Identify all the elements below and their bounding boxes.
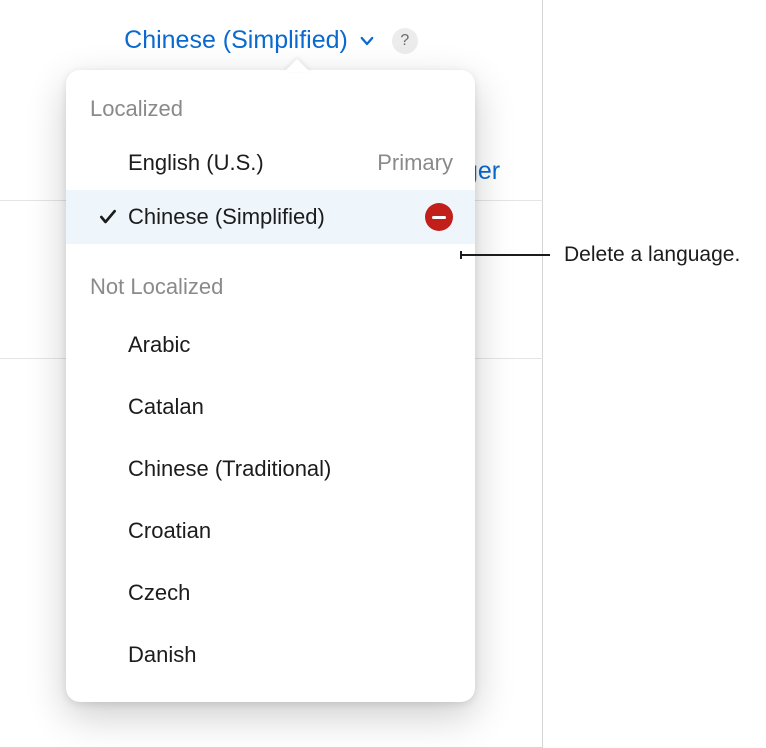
language-item-danish[interactable]: Danish xyxy=(66,624,475,686)
chevron-down-icon xyxy=(358,32,376,50)
not-localized-section-header: Not Localized xyxy=(66,274,475,314)
language-dropdown: Localized English (U.S.) Primary Chinese… xyxy=(66,70,475,702)
section-spacer xyxy=(66,244,475,274)
language-item-chinese-simplified[interactable]: Chinese (Simplified) xyxy=(66,190,475,244)
header: Chinese (Simplified) ? xyxy=(0,0,542,55)
language-item-czech[interactable]: Czech xyxy=(66,562,475,624)
primary-badge: Primary xyxy=(377,150,453,176)
language-item-arabic[interactable]: Arabic xyxy=(66,314,475,376)
help-button[interactable]: ? xyxy=(392,28,418,54)
checkmark-icon xyxy=(88,207,128,227)
language-label: Arabic xyxy=(128,332,453,358)
language-label: Catalan xyxy=(128,394,453,420)
annotation-callout: Delete a language. xyxy=(460,243,740,267)
localized-items: English (U.S.) Primary Chinese (Simplifi… xyxy=(66,136,475,244)
language-label: Chinese (Traditional) xyxy=(128,456,453,482)
language-item-english-us[interactable]: English (U.S.) Primary xyxy=(66,136,475,190)
language-item-catalan[interactable]: Catalan xyxy=(66,376,475,438)
language-label: Chinese (Simplified) xyxy=(128,204,425,230)
language-item-chinese-traditional[interactable]: Chinese (Traditional) xyxy=(66,438,475,500)
not-localized-items: Arabic Catalan Chinese (Traditional) Cro… xyxy=(66,314,475,686)
language-label: Danish xyxy=(128,642,453,668)
help-icon: ? xyxy=(400,32,409,50)
delete-language-button[interactable] xyxy=(425,203,453,231)
language-label: Croatian xyxy=(128,518,453,544)
language-label: English (U.S.) xyxy=(128,150,377,176)
callout-text: Delete a language. xyxy=(564,243,740,267)
language-label: Czech xyxy=(128,580,453,606)
minus-icon xyxy=(432,216,446,219)
language-dropdown-trigger[interactable]: Chinese (Simplified) xyxy=(124,26,376,55)
selected-language-label: Chinese (Simplified) xyxy=(124,26,348,55)
window-panel: Chinese (Simplified) ? ger Localized Eng… xyxy=(0,0,543,748)
localized-section-header: Localized xyxy=(66,96,475,136)
callout-leader-line xyxy=(460,254,550,256)
language-item-croatian[interactable]: Croatian xyxy=(66,500,475,562)
